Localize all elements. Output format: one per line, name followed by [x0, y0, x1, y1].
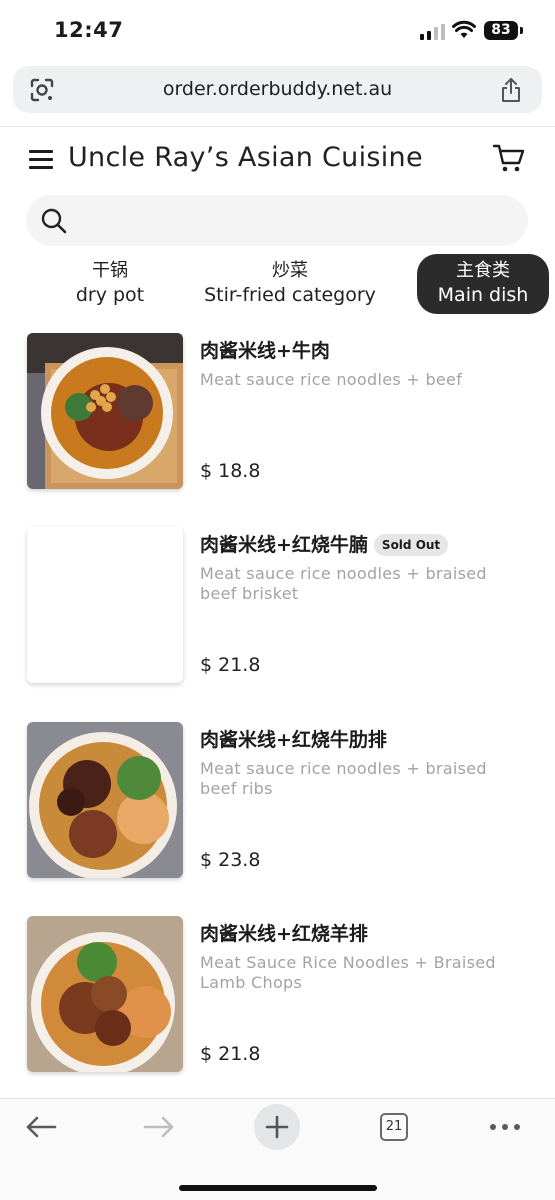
tab-dry-pot[interactable]: 干锅 dry pot: [60, 254, 160, 314]
battery-tip: [520, 27, 523, 34]
sold-out-badge: Sold Out: [373, 534, 449, 556]
menu-item[interactable]: 肉酱米线+红烧牛腩 Sold Out Meat sauce rice noodle…: [0, 527, 555, 697]
url-text[interactable]: order.orderbuddy.net.au: [13, 78, 542, 100]
item-name: 肉酱米线+红烧羊排: [200, 923, 368, 945]
item-price: $ 21.8: [200, 654, 261, 676]
cart-icon[interactable]: [492, 142, 526, 174]
food-image[interactable]: [27, 333, 183, 489]
restaurant-title: Uncle Ray’s Asian Cuisine: [68, 142, 423, 173]
item-price: $ 21.8: [200, 1043, 261, 1065]
share-icon[interactable]: [499, 76, 523, 104]
wifi-icon: [452, 20, 476, 38]
food-image[interactable]: [27, 722, 183, 878]
status-time: 12:47: [54, 18, 124, 42]
address-bar[interactable]: order.orderbuddy.net.au: [13, 66, 542, 113]
item-price: $ 23.8: [200, 849, 261, 871]
tab-label-en: Stir-fried category: [204, 284, 376, 306]
menu-item[interactable]: 肉酱米线+红烧羊排 Meat Sauce Rice Noodles + Brai…: [0, 916, 555, 1086]
cellular-signal-icon: [420, 24, 445, 40]
item-description: Meat sauce rice noodles + beef: [200, 370, 463, 389]
item-price: $ 18.8: [200, 460, 261, 482]
tab-main-dish[interactable]: 主食类 Main dish: [417, 254, 549, 314]
item-description: Meat Sauce Rice Noodles + Braised Lamb C…: [200, 953, 496, 992]
divider: [0, 126, 555, 127]
food-image[interactable]: [27, 527, 183, 683]
more-options-icon[interactable]: [489, 1123, 521, 1131]
search-input[interactable]: [82, 203, 506, 239]
tab-label-en: Main dish: [437, 284, 529, 306]
item-name: 肉酱米线+红烧牛腩: [200, 534, 368, 556]
back-arrow-icon[interactable]: [25, 1115, 57, 1139]
item-description: Meat sauce rice noodles + braised beef b…: [200, 564, 487, 603]
food-image[interactable]: [27, 916, 183, 1072]
new-tab-button[interactable]: [254, 1104, 300, 1150]
home-indicator: [179, 1185, 377, 1191]
category-tabs: 干锅 dry pot 炒菜 Stir-fried category 主食类 Ma…: [0, 252, 555, 318]
status-bar: 12:47 83: [0, 0, 555, 62]
tab-stir-fried[interactable]: 炒菜 Stir-fried category: [190, 254, 390, 314]
menu-item[interactable]: 肉酱米线+牛肉 Meat sauce rice noodles + beef $…: [0, 333, 555, 503]
tab-label-zh: 炒菜: [272, 260, 308, 281]
item-name-row: 肉酱米线+红烧牛腩 Sold Out: [200, 530, 449, 557]
search-bar[interactable]: [26, 195, 528, 246]
battery-indicator: 83: [484, 21, 518, 40]
tab-label-en: dry pot: [75, 284, 145, 306]
tab-label-zh: 主食类: [456, 260, 510, 281]
tab-switcher-button[interactable]: 21: [380, 1113, 408, 1141]
plus-icon: [265, 1115, 289, 1139]
item-name: 肉酱米线+牛肉: [200, 340, 330, 362]
item-name: 肉酱米线+红烧牛肋排: [200, 729, 387, 751]
menu-item[interactable]: 肉酱米线+红烧牛肋排 Meat sauce rice noodles + bra…: [0, 722, 555, 892]
tab-label-zh: 干锅: [92, 260, 128, 281]
item-description: Meat sauce rice noodles + braised beef r…: [200, 759, 487, 798]
search-icon: [41, 208, 67, 234]
forward-arrow-icon[interactable]: [143, 1115, 175, 1139]
hamburger-menu-icon[interactable]: [29, 150, 53, 170]
